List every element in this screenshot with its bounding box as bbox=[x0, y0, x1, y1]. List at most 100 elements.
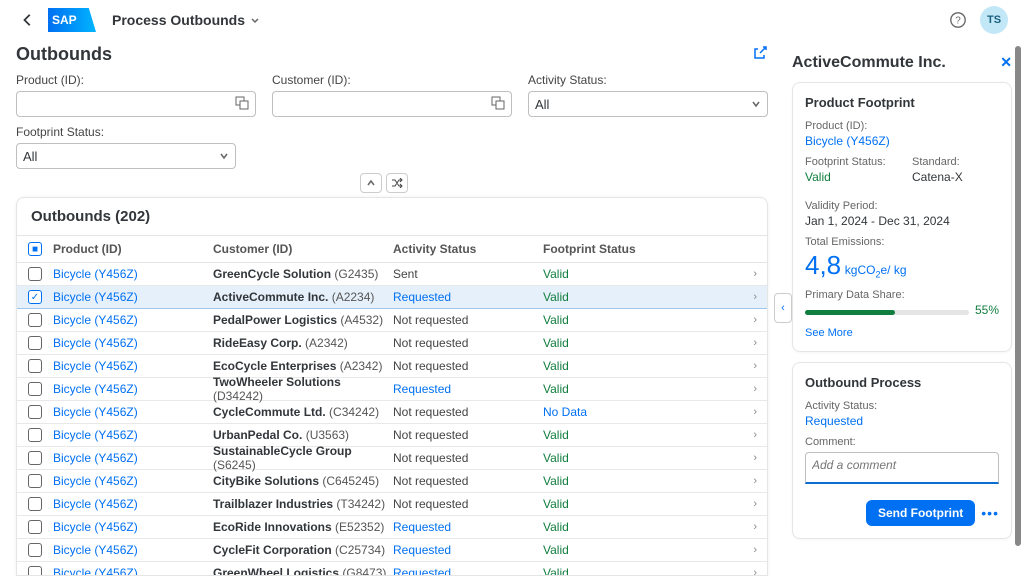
row-checkbox[interactable] bbox=[28, 382, 42, 396]
product-link[interactable]: Bicycle (Y456Z) bbox=[53, 543, 213, 557]
col-footprint[interactable]: Footprint Status bbox=[543, 242, 767, 256]
table-row[interactable]: Bicycle (Y456Z) Trailblazer Industries (… bbox=[17, 493, 767, 516]
table-row[interactable]: Bicycle (Y456Z) CycleFit Corporation (C2… bbox=[17, 539, 767, 562]
product-link[interactable]: Bicycle (Y456Z) bbox=[53, 451, 213, 465]
row-checkbox[interactable] bbox=[28, 566, 42, 575]
footprint-cell: Valid bbox=[543, 290, 767, 304]
share-icon[interactable] bbox=[752, 45, 768, 64]
chevron-right-icon[interactable]: › bbox=[753, 521, 757, 533]
row-checkbox[interactable] bbox=[28, 313, 42, 327]
product-link[interactable]: Bicycle (Y456Z) bbox=[53, 313, 213, 327]
filter-footprint-select[interactable]: All bbox=[16, 143, 236, 169]
chevron-right-icon[interactable]: › bbox=[753, 383, 757, 395]
table-row[interactable]: Bicycle (Y456Z) PedalPower Logistics (A4… bbox=[17, 309, 767, 332]
scrollbar[interactable] bbox=[1015, 46, 1021, 546]
product-link[interactable]: Bicycle (Y456Z) bbox=[53, 267, 213, 281]
chevron-right-icon[interactable]: › bbox=[753, 406, 757, 418]
chevron-right-icon[interactable]: › bbox=[753, 268, 757, 280]
table-row[interactable]: Bicycle (Y456Z) CityBike Solutions (C645… bbox=[17, 470, 767, 493]
emissions-value: 4,8 bbox=[805, 250, 841, 281]
activity-cell: Requested bbox=[393, 382, 543, 396]
shuffle-button[interactable] bbox=[386, 173, 408, 193]
activity-label: Activity Status: bbox=[805, 400, 999, 412]
product-link[interactable]: Bicycle (Y456Z) bbox=[53, 359, 213, 373]
activity-cell: Requested bbox=[393, 520, 543, 534]
footprint-cell: Valid bbox=[543, 267, 767, 281]
standard-label: Standard: bbox=[912, 156, 999, 168]
col-product[interactable]: Product (ID) bbox=[53, 242, 213, 256]
table-row[interactable]: Bicycle (Y456Z) GreenCycle Solution (G24… bbox=[17, 263, 767, 286]
product-link[interactable]: Bicycle (Y456Z) bbox=[805, 134, 999, 148]
close-icon[interactable]: ✕ bbox=[1000, 54, 1012, 71]
col-customer[interactable]: Customer (ID) bbox=[213, 242, 393, 256]
chevron-right-icon[interactable]: › bbox=[753, 337, 757, 349]
chevron-left-icon bbox=[21, 13, 35, 27]
row-checkbox[interactable] bbox=[28, 451, 42, 465]
collapse-filters-button[interactable] bbox=[360, 173, 382, 193]
table-row[interactable]: Bicycle (Y456Z) RideEasy Corp. (A2342) N… bbox=[17, 332, 767, 355]
product-link[interactable]: Bicycle (Y456Z) bbox=[53, 382, 213, 396]
product-link[interactable]: Bicycle (Y456Z) bbox=[53, 497, 213, 511]
filter-customer-input[interactable] bbox=[272, 91, 512, 117]
chevron-right-icon[interactable]: › bbox=[753, 567, 757, 575]
see-more-link[interactable]: See More bbox=[805, 327, 853, 339]
table-row[interactable]: ✓ Bicycle (Y456Z) ActiveCommute Inc. (A2… bbox=[17, 286, 767, 309]
row-checkbox[interactable] bbox=[28, 497, 42, 511]
table-row[interactable]: Bicycle (Y456Z) TwoWheeler Solutions (D3… bbox=[17, 378, 767, 401]
activity-cell: Requested bbox=[393, 543, 543, 557]
activity-cell: Not requested bbox=[393, 428, 543, 442]
chevron-right-icon[interactable]: › bbox=[753, 429, 757, 441]
help-icon[interactable]: ? bbox=[944, 6, 972, 34]
chevron-right-icon[interactable]: › bbox=[753, 291, 757, 303]
product-link[interactable]: Bicycle (Y456Z) bbox=[53, 428, 213, 442]
product-link[interactable]: Bicycle (Y456Z) bbox=[53, 290, 213, 304]
customer-cell: GreenCycle Solution (G2435) bbox=[213, 267, 393, 281]
more-actions-button[interactable]: ••• bbox=[981, 505, 999, 521]
footprint-cell: Valid bbox=[543, 382, 767, 396]
row-checkbox[interactable] bbox=[28, 543, 42, 557]
activity-cell: Not requested bbox=[393, 474, 543, 488]
filter-product-input[interactable] bbox=[16, 91, 256, 117]
back-button[interactable] bbox=[16, 8, 40, 32]
chevron-right-icon[interactable]: › bbox=[753, 452, 757, 464]
table-row[interactable]: Bicycle (Y456Z) GreenWheel Logistics (G8… bbox=[17, 562, 767, 575]
row-checkbox[interactable]: ✓ bbox=[28, 290, 42, 304]
chevron-right-icon[interactable]: › bbox=[753, 544, 757, 556]
table-row[interactable]: Bicycle (Y456Z) SustainableCycle Group (… bbox=[17, 447, 767, 470]
product-link[interactable]: Bicycle (Y456Z) bbox=[53, 405, 213, 419]
validity-label: Validity Period: bbox=[805, 200, 999, 212]
share-label: Primary Data Share: bbox=[805, 289, 999, 301]
table-row[interactable]: Bicycle (Y456Z) CycleCommute Ltd. (C3424… bbox=[17, 401, 767, 424]
filter-activity-select[interactable]: All bbox=[528, 91, 768, 117]
avatar[interactable]: TS bbox=[980, 6, 1008, 34]
send-footprint-button[interactable]: Send Footprint bbox=[866, 500, 975, 526]
row-checkbox[interactable] bbox=[28, 267, 42, 281]
product-link[interactable]: Bicycle (Y456Z) bbox=[53, 474, 213, 488]
product-link[interactable]: Bicycle (Y456Z) bbox=[53, 336, 213, 350]
collapse-panel-button[interactable]: ‹ bbox=[774, 293, 792, 323]
value-help-icon[interactable] bbox=[491, 96, 505, 113]
chevron-right-icon[interactable]: › bbox=[753, 498, 757, 510]
row-checkbox[interactable] bbox=[28, 428, 42, 442]
select-all-checkbox[interactable]: ■ bbox=[28, 242, 42, 256]
value-help-icon[interactable] bbox=[235, 96, 249, 113]
chevron-right-icon[interactable]: › bbox=[753, 360, 757, 372]
breadcrumb[interactable]: Process Outbounds bbox=[112, 12, 261, 28]
row-checkbox[interactable] bbox=[28, 474, 42, 488]
row-checkbox[interactable] bbox=[28, 405, 42, 419]
row-checkbox[interactable] bbox=[28, 359, 42, 373]
chevron-right-icon[interactable]: › bbox=[753, 475, 757, 487]
customer-cell: RideEasy Corp. (A2342) bbox=[213, 336, 393, 350]
row-checkbox[interactable] bbox=[28, 520, 42, 534]
col-activity[interactable]: Activity Status bbox=[393, 242, 543, 256]
footprint-cell: Valid bbox=[543, 451, 767, 465]
comment-input[interactable] bbox=[805, 452, 999, 484]
row-checkbox[interactable] bbox=[28, 336, 42, 350]
chevron-down-icon bbox=[219, 151, 229, 161]
product-link[interactable]: Bicycle (Y456Z) bbox=[53, 520, 213, 534]
chevron-right-icon[interactable]: › bbox=[753, 314, 757, 326]
product-link[interactable]: Bicycle (Y456Z) bbox=[53, 566, 213, 575]
status-value: Valid bbox=[805, 170, 892, 184]
table-row[interactable]: Bicycle (Y456Z) EcoRide Innovations (E52… bbox=[17, 516, 767, 539]
footprint-cell: Valid bbox=[543, 428, 767, 442]
